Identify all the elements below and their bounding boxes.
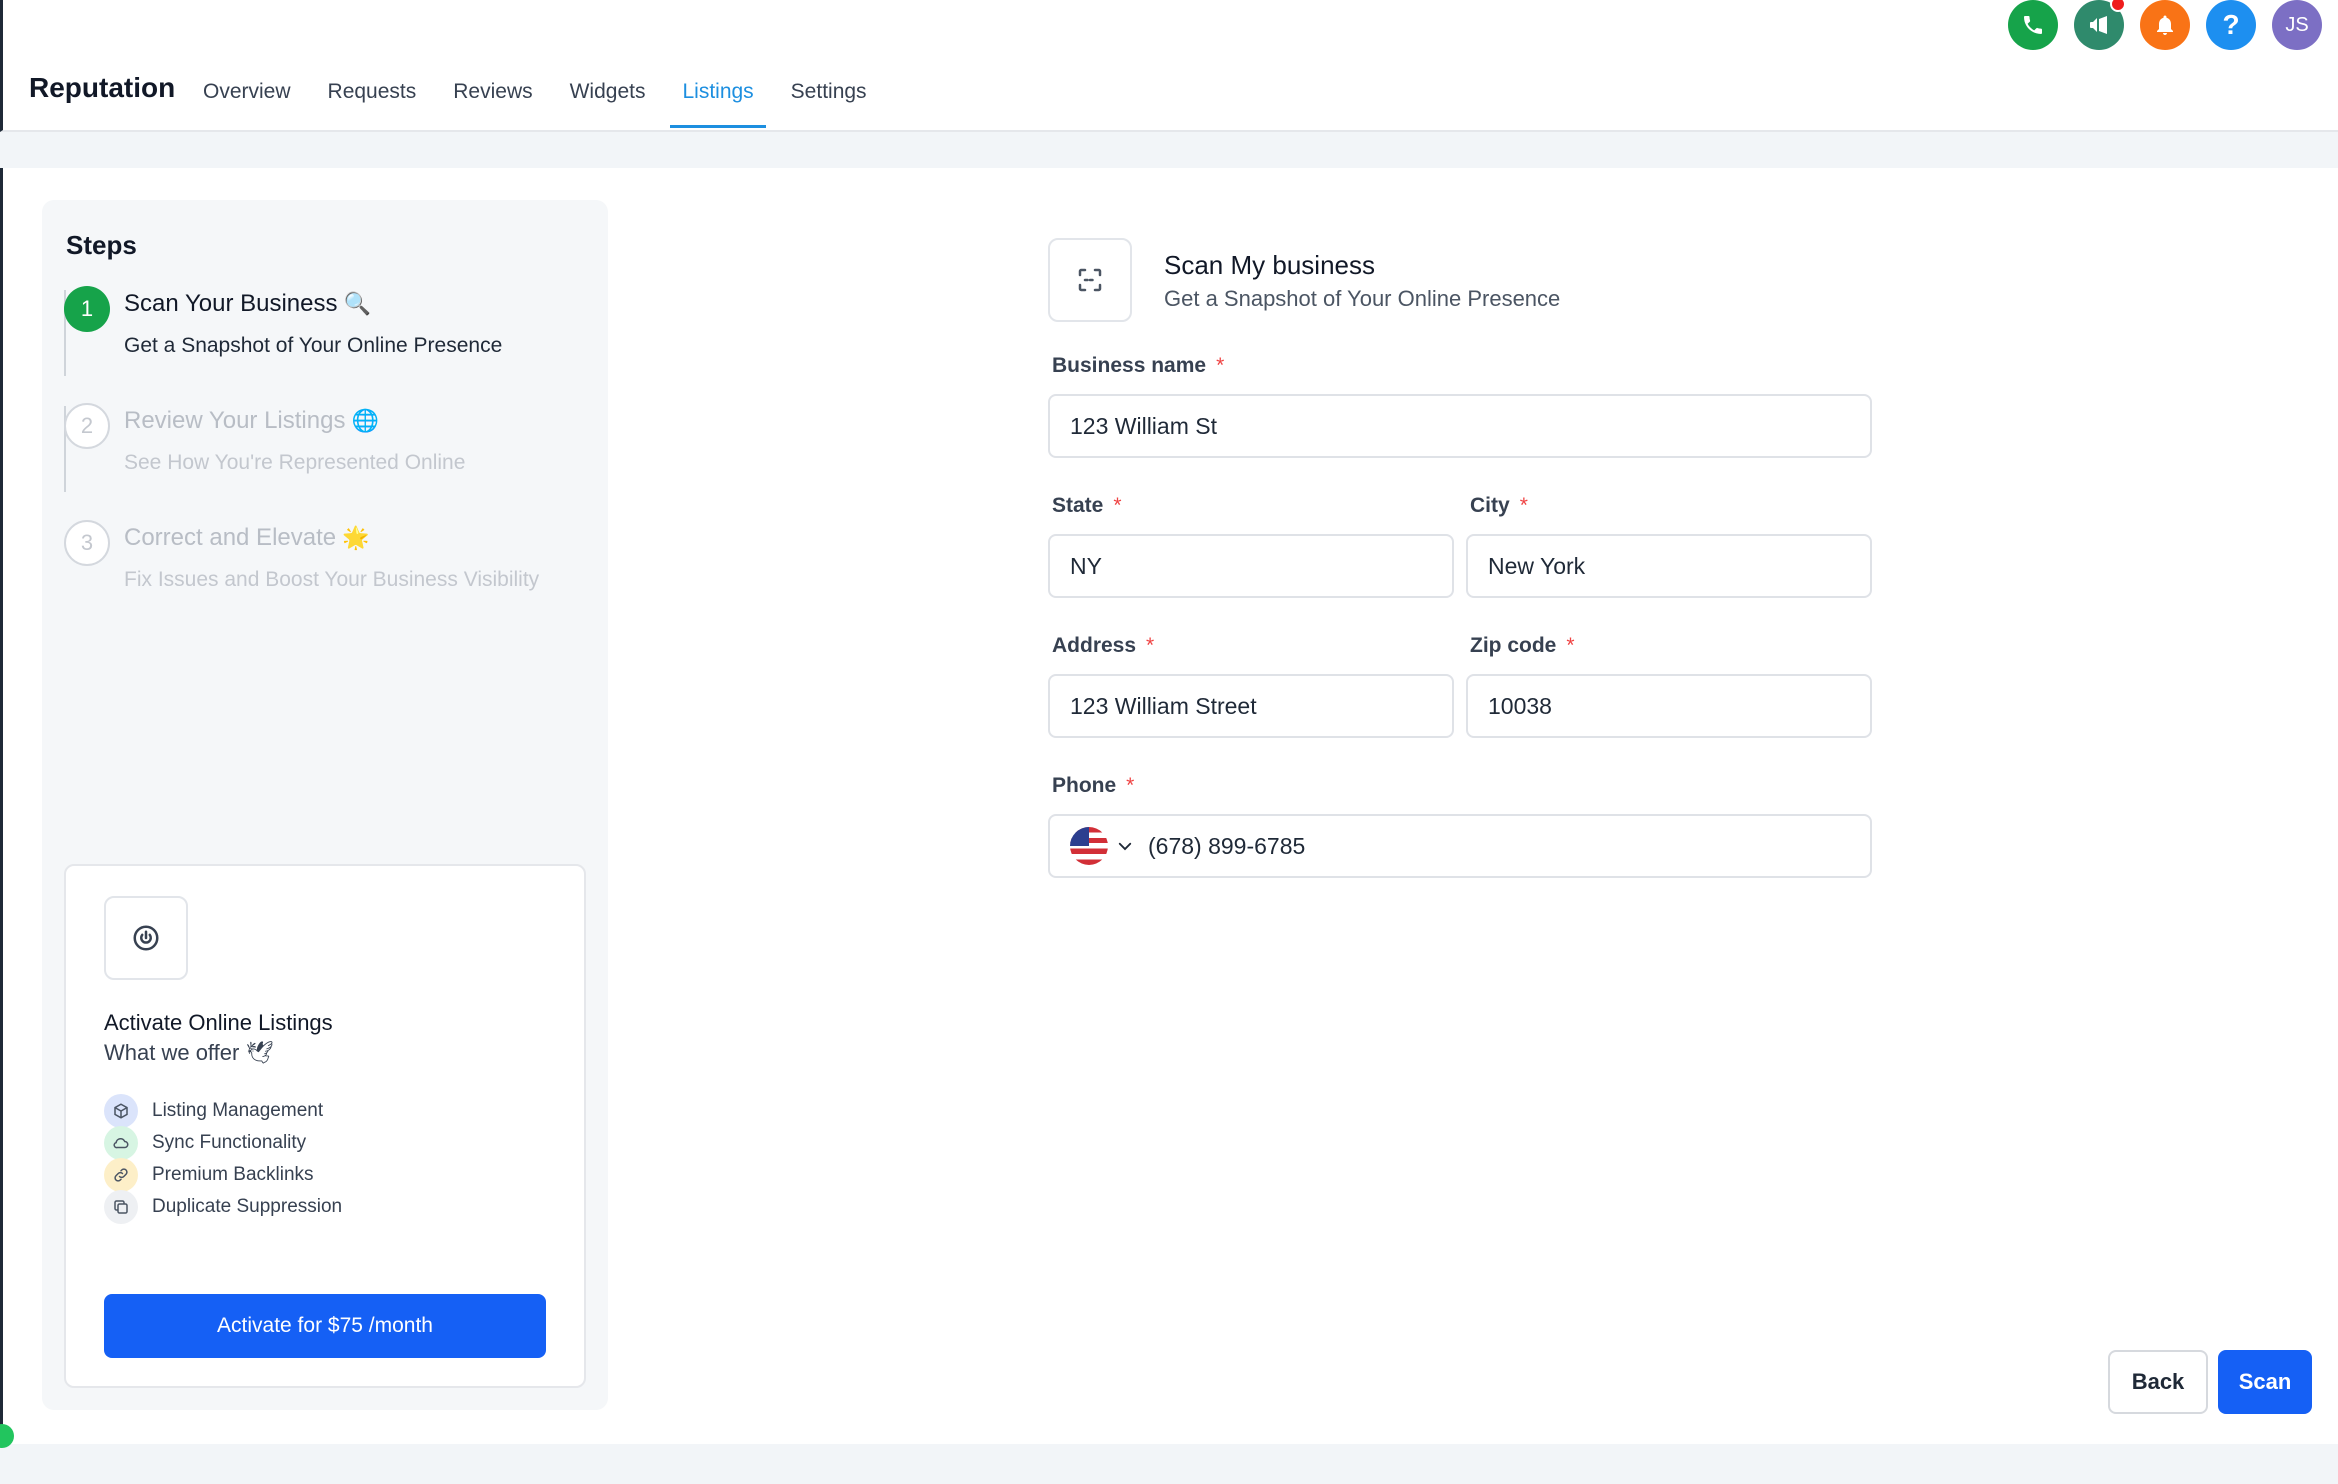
tab-listings[interactable]: Listings xyxy=(670,60,766,128)
cloud-icon xyxy=(104,1126,138,1160)
header-actions: ? JS xyxy=(2008,0,2322,50)
help-icon: ? xyxy=(2222,9,2240,40)
business-name-field[interactable] xyxy=(1048,394,1872,458)
feature-item: Listing Management xyxy=(104,1094,323,1128)
magnifier-emoji: 🔍 xyxy=(343,291,371,316)
state-label: State * xyxy=(1052,494,1122,517)
step-title: Correct and Elevate 🌟 xyxy=(124,524,370,551)
help-button[interactable]: ? xyxy=(2206,0,2256,50)
feature-label: Duplicate Suppression xyxy=(152,1196,343,1217)
avatar[interactable]: JS xyxy=(2272,0,2322,50)
top-bar: Reputation Overview Requests Reviews Wid… xyxy=(0,0,2338,132)
city-field[interactable] xyxy=(1466,534,1872,598)
zip-label: Zip code * xyxy=(1470,634,1575,657)
address-input[interactable] xyxy=(1070,692,1452,720)
us-flag-icon xyxy=(1070,827,1108,865)
address-field[interactable] xyxy=(1048,674,1454,738)
step-title: Scan Your Business 🔍 xyxy=(124,290,371,317)
avatar-initials: JS xyxy=(2285,13,2309,36)
zip-field[interactable] xyxy=(1466,674,1872,738)
step-title: Review Your Listings 🌐 xyxy=(124,407,379,434)
city-input[interactable] xyxy=(1488,552,1870,580)
phone-field[interactable] xyxy=(1048,814,1872,878)
state-input[interactable] xyxy=(1070,552,1452,580)
offer-title: Activate Online Listings xyxy=(104,1010,333,1035)
phone-input[interactable] xyxy=(1148,832,1870,860)
scan-icon xyxy=(1078,268,1102,292)
tab-reviews[interactable]: Reviews xyxy=(441,60,544,128)
step-number: 1 xyxy=(64,286,110,332)
business-name-label: Business name * xyxy=(1052,354,1225,377)
activate-listings-button[interactable]: Activate for $75 /month xyxy=(104,1294,546,1358)
tab-overview[interactable]: Overview xyxy=(191,60,303,128)
feature-item: Premium Backlinks xyxy=(104,1158,314,1192)
address-label: Address * xyxy=(1052,634,1155,657)
step-subtitle: See How You're Represented Online xyxy=(124,451,466,474)
star-emoji: 🌟 xyxy=(342,525,370,550)
megaphone-icon xyxy=(2090,16,2107,34)
city-label: City * xyxy=(1470,494,1528,517)
step-number: 3 xyxy=(64,520,110,566)
feature-label: Listing Management xyxy=(152,1100,324,1121)
notification-dot xyxy=(2110,0,2126,12)
cube-icon xyxy=(104,1094,138,1128)
tab-widgets[interactable]: Widgets xyxy=(558,60,658,128)
form-title: Scan My business xyxy=(1164,250,1375,280)
globe-emoji: 🌐 xyxy=(351,408,379,433)
dove-emoji: 🕊 xyxy=(245,1040,274,1065)
tab-settings[interactable]: Settings xyxy=(779,60,879,128)
phone-icon xyxy=(2024,16,2042,34)
scan-icon-box xyxy=(1048,238,1132,322)
link-icon xyxy=(104,1158,138,1192)
feature-label: Sync Functionality xyxy=(152,1132,307,1153)
chevron-down-icon xyxy=(1118,842,1132,851)
power-icon-box xyxy=(104,896,188,980)
notifications-button[interactable] xyxy=(2140,0,2190,50)
copy-icon xyxy=(104,1190,138,1224)
step-subtitle: Fix Issues and Boost Your Business Visib… xyxy=(124,568,540,591)
country-selector[interactable] xyxy=(1070,827,1134,865)
steps-panel: Steps 1 Scan Your Business 🔍 Get a Snapsh… xyxy=(42,200,608,1410)
phone-button[interactable] xyxy=(2008,0,2058,50)
zip-input[interactable] xyxy=(1488,692,1870,720)
feature-item: Duplicate Suppression xyxy=(104,1190,342,1224)
phone-label: Phone * xyxy=(1052,774,1135,797)
offer-subtitle: What we offer 🕊 xyxy=(104,1040,274,1065)
main-nav: Overview Requests Reviews Widgets Listin… xyxy=(191,60,892,130)
tab-requests[interactable]: Requests xyxy=(316,60,429,128)
bottom-strip xyxy=(0,1444,2338,1484)
step-subtitle: Get a Snapshot of Your Online Presence xyxy=(124,334,503,357)
app-title: Reputation xyxy=(29,72,176,103)
bell-icon xyxy=(2157,15,2173,35)
feature-label: Premium Backlinks xyxy=(152,1164,314,1185)
back-button[interactable]: Back xyxy=(2108,1350,2208,1414)
power-icon xyxy=(133,925,159,951)
feature-item: Sync Functionality xyxy=(104,1126,306,1160)
step-number: 2 xyxy=(64,403,110,449)
announcements-button[interactable] xyxy=(2074,0,2126,50)
form-subtitle: Get a Snapshot of Your Online Presence xyxy=(1164,286,1561,311)
offer-card: Activate Online Listings What we offer 🕊… xyxy=(64,864,586,1388)
business-name-input[interactable] xyxy=(1070,412,1870,440)
scan-button[interactable]: Scan xyxy=(2218,1350,2312,1414)
state-field[interactable] xyxy=(1048,534,1454,598)
steps-title: Steps xyxy=(66,230,137,260)
